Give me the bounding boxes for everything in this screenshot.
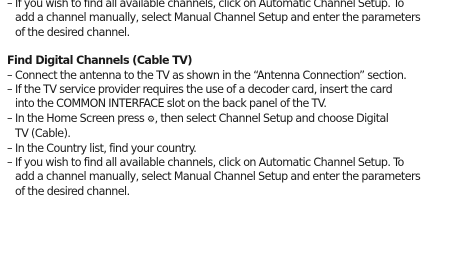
- bullet-dash: –: [7, 141, 13, 155]
- list-item-line: If you wish to find all available channe…: [15, 0, 404, 10]
- bullet-dash: –: [7, 156, 13, 170]
- list-item-line: add a channel manually, select Manual Ch…: [15, 11, 421, 25]
- list-item-line: If the TV service provider requires the …: [15, 83, 393, 97]
- bullet-dash: –: [7, 0, 13, 10]
- text-after-icon: , then select Channel Setup and choose D…: [154, 111, 389, 125]
- list-item-line: Connect the antenna to the TV as shown i…: [15, 68, 407, 82]
- manual-page: – If you wish to find all available chan…: [7, 0, 453, 199]
- list-item: – If the TV service provider requires th…: [7, 83, 453, 112]
- list-item-line: TV (Cable).: [15, 127, 71, 141]
- list-item-line: of the desired channel.: [15, 184, 130, 198]
- bullet-dash: –: [7, 83, 13, 97]
- bullet-dash: –: [7, 111, 13, 125]
- gear-icon: ⚙: [147, 114, 155, 125]
- list-item-line: add a channel manually, select Manual Ch…: [15, 170, 421, 184]
- cable-instruction-list: – Connect the antenna to the TV as shown…: [7, 69, 453, 200]
- list-item-line: of the desired channel.: [15, 25, 130, 39]
- list-item: – Connect the antenna to the TV as shown…: [7, 69, 453, 83]
- section-heading: Find Digital Channels (Cable TV): [7, 54, 192, 68]
- list-item: – In the Country list, find your country…: [7, 142, 453, 156]
- top-instruction-list: – If you wish to find all available chan…: [7, 0, 453, 40]
- list-item: – If you wish to find all available chan…: [7, 0, 453, 40]
- list-item-line: In the Home Screen press ⚙, then select …: [15, 112, 453, 127]
- list-item-line: In the Country list, find your country.: [15, 141, 197, 155]
- list-item-line: If you wish to find all available channe…: [15, 156, 404, 170]
- bullet-dash: –: [7, 68, 13, 82]
- list-item-line: into the COMMON INTERFACE slot on the ba…: [15, 97, 327, 111]
- text-before-icon: In the Home Screen press: [15, 111, 148, 125]
- list-item: – In the Home Screen press ⚙, then selec…: [7, 112, 453, 142]
- list-item: – If you wish to find all available chan…: [7, 156, 453, 199]
